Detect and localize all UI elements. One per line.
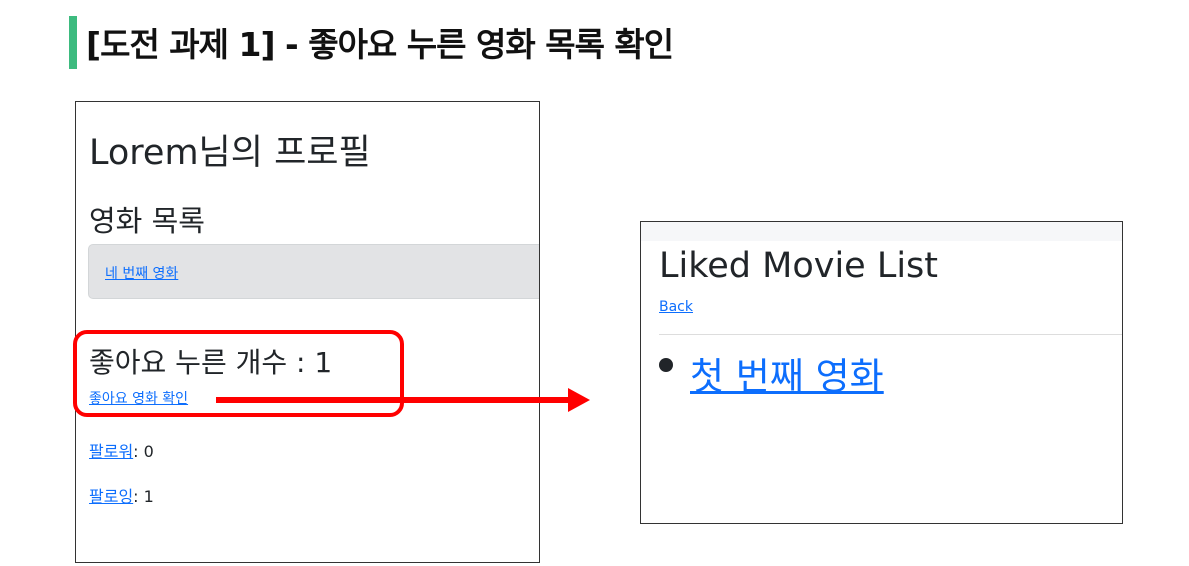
slide-title: [도전 과제 1] - 좋아요 누른 영화 목록 확인 xyxy=(86,25,674,64)
back-link[interactable]: Back xyxy=(659,299,693,315)
bullet-icon xyxy=(659,358,673,372)
movies-heading: 영화 목록 xyxy=(89,204,205,238)
following-count: : 1 xyxy=(133,487,154,506)
liked-movie-link[interactable]: 첫 번째 영화 xyxy=(690,346,884,400)
followers-link[interactable]: 팔로워 xyxy=(89,442,133,461)
movie-link[interactable]: 네 번째 영화 xyxy=(105,263,178,283)
followers: 팔로워: 0 xyxy=(89,438,154,462)
liked-heading: Liked Movie List xyxy=(659,246,939,286)
highlight-box xyxy=(73,330,404,417)
profile-heading: Lorem님의 프로필 xyxy=(89,133,371,173)
following: 팔로잉: 1 xyxy=(89,483,154,507)
arrow-right-icon xyxy=(568,388,590,412)
movie-list-item: 네 번째 영화 xyxy=(88,244,539,299)
arrow-line xyxy=(216,397,571,403)
divider xyxy=(659,334,1122,335)
title-accent-bar xyxy=(69,16,77,69)
navbar xyxy=(641,222,1122,241)
following-link[interactable]: 팔로잉 xyxy=(89,487,133,506)
liked-movies-page-screenshot: Liked Movie List Back 첫 번째 영화 xyxy=(640,221,1123,524)
followers-count: : 0 xyxy=(133,442,154,461)
